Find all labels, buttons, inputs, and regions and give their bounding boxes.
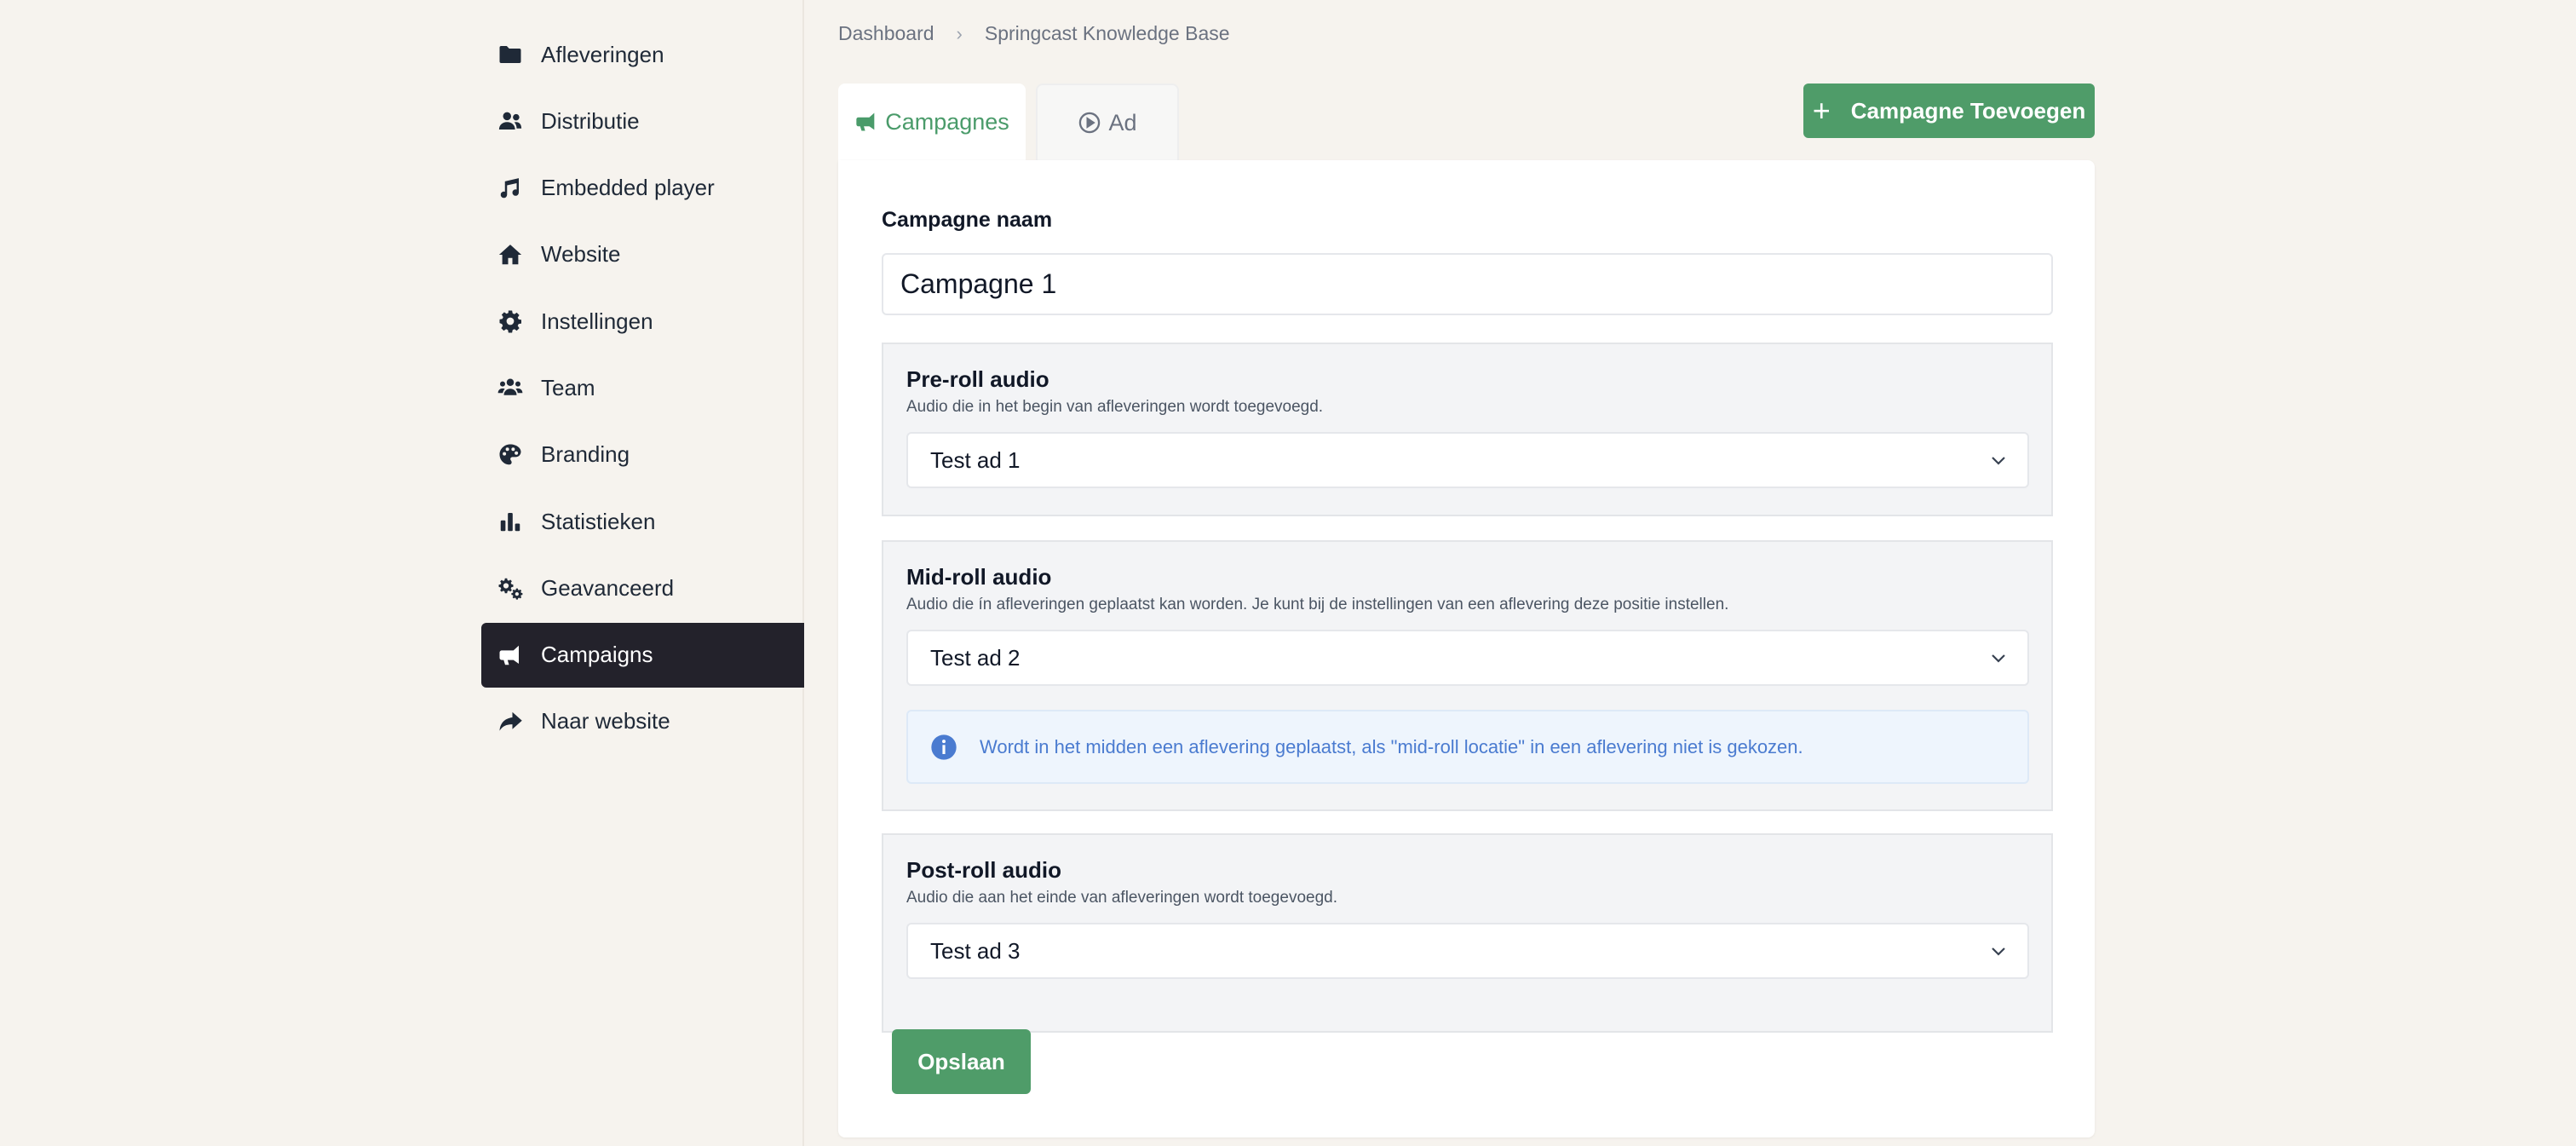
megaphone-icon: [497, 641, 526, 670]
info-icon: [931, 734, 957, 760]
save-label: Opslaan: [917, 1048, 1005, 1074]
midroll-description: Audio die ín afleveringen geplaatst kan …: [906, 596, 1729, 613]
sidebar-item-label: Instellingen: [541, 308, 653, 334]
preroll-section: Pre-roll audio Audio die in het begin va…: [882, 343, 2053, 516]
play-circle-icon: [1078, 111, 1108, 135]
sidebar-item-label: Afleveringen: [541, 41, 664, 67]
sidebar-item-label: Campaigns: [541, 642, 653, 668]
sidebar: Afleveringen Distributie Embedded player…: [0, 0, 804, 1146]
breadcrumb-knowledge-base[interactable]: Springcast Knowledge Base: [985, 22, 1230, 45]
sidebar-item-label: Naar website: [541, 708, 670, 734]
midroll-selected-value: Test ad 2: [930, 644, 1021, 671]
midroll-section: Mid-roll audio Audio die ín afleveringen…: [882, 540, 2053, 811]
tab-campagnes[interactable]: Campagnes: [838, 84, 1026, 160]
chevron-down-icon: [1992, 654, 2005, 663]
tab-ad[interactable]: Ad: [1036, 84, 1179, 160]
postroll-title: Post-roll audio: [906, 857, 1061, 883]
tab-label: Campagnes: [885, 108, 1009, 135]
sidebar-item-label: Team: [541, 374, 595, 400]
sidebar-item-label: Geavanceerd: [541, 574, 675, 601]
folder-icon: [497, 40, 526, 69]
chevron-down-icon: [1992, 947, 2005, 956]
tab-label: Ad: [1108, 109, 1137, 135]
midroll-select[interactable]: Test ad 2: [906, 630, 2029, 686]
share-icon: [497, 707, 526, 736]
breadcrumb: Dashboard › Springcast Knowledge Base: [838, 22, 1230, 45]
plus-icon: +: [1812, 93, 1831, 128]
music-icon: [497, 174, 526, 203]
sidebar-item-website[interactable]: Website: [481, 222, 804, 287]
preroll-selected-value: Test ad 1: [930, 446, 1021, 473]
sidebar-item-instellingen[interactable]: Instellingen: [481, 289, 804, 354]
preroll-description: Audio die in het begin van afleveringen …: [906, 398, 1324, 416]
sidebar-item-label: Website: [541, 241, 621, 268]
sidebar-item-label: Distributie: [541, 107, 640, 134]
midroll-info-alert: Wordt in het midden een aflevering gepla…: [906, 710, 2029, 784]
users-icon: [497, 107, 526, 135]
sidebar-item-distributie[interactable]: Distributie: [481, 89, 804, 153]
megaphone-icon: [854, 110, 885, 134]
page: Afleveringen Distributie Embedded player…: [0, 0, 2576, 1146]
sidebar-item-geavanceerd[interactable]: Geavanceerd: [481, 556, 804, 620]
breadcrumb-separator: ›: [956, 22, 963, 44]
team-icon: [497, 373, 526, 402]
midroll-info-text: Wordt in het midden een aflevering gepla…: [980, 735, 1803, 757]
add-campaign-button[interactable]: + Campagne Toevoegen: [1803, 84, 2095, 138]
sidebar-nav: Afleveringen Distributie Embedded player…: [481, 22, 804, 756]
sidebar-item-label: Embedded player: [541, 175, 715, 201]
sidebar-item-statistieken[interactable]: Statistieken: [481, 489, 804, 554]
campaign-name-label: Campagne naam: [882, 208, 1053, 232]
home-icon: [497, 240, 526, 269]
gear-icon: [497, 307, 526, 336]
bar-chart-icon: [497, 507, 526, 536]
preroll-title: Pre-roll audio: [906, 366, 1049, 392]
midroll-title: Mid-roll audio: [906, 564, 1052, 590]
campaign-name-input[interactable]: [882, 253, 2053, 315]
add-campaign-label: Campagne Toevoegen: [1850, 97, 2086, 124]
postroll-select[interactable]: Test ad 3: [906, 923, 2029, 979]
sidebar-item-afleveringen[interactable]: Afleveringen: [481, 22, 804, 87]
postroll-selected-value: Test ad 3: [930, 937, 1021, 964]
postroll-description: Audio die aan het einde van afleveringen…: [906, 889, 1337, 907]
sidebar-item-embedded-player[interactable]: Embedded player: [481, 156, 804, 221]
breadcrumb-dashboard[interactable]: Dashboard: [838, 22, 934, 45]
sidebar-item-naar-website[interactable]: Naar website: [481, 689, 804, 754]
postroll-section: Post-roll audio Audio die aan het einde …: [882, 833, 2053, 1033]
preroll-select[interactable]: Test ad 1: [906, 432, 2029, 488]
sidebar-item-branding[interactable]: Branding: [481, 423, 804, 487]
palette-icon: [497, 441, 526, 469]
gears-icon: [497, 573, 526, 602]
campaign-form-card: Campagne naam Pre-roll audio Audio die i…: [838, 160, 2095, 1137]
chevron-down-icon: [1992, 457, 2005, 465]
sidebar-item-team[interactable]: Team: [481, 355, 804, 420]
sidebar-item-label: Branding: [541, 441, 630, 468]
sidebar-item-campaigns[interactable]: Campaigns: [481, 622, 804, 688]
save-button[interactable]: Opslaan: [892, 1029, 1031, 1094]
sidebar-item-label: Statistieken: [541, 508, 656, 534]
